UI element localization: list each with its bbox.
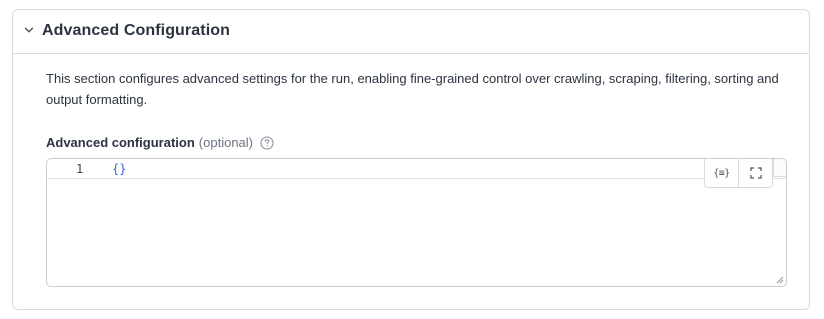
json-code-editor[interactable]: 1 {} {≡} — [46, 158, 787, 287]
field-optional-text: (optional) — [198, 135, 253, 150]
section-title: Advanced Configuration — [42, 22, 230, 39]
editor-toolbar: {≡} — [704, 159, 773, 188]
code-content[interactable]: {} — [112, 162, 126, 176]
advanced-configuration-section: Advanced Configuration This section conf… — [12, 9, 810, 310]
format-json-button[interactable]: {≡} — [705, 159, 738, 187]
fullscreen-button[interactable] — [738, 159, 772, 187]
section-description: This section configures advanced setting… — [46, 71, 779, 107]
format-json-icon: {≡} — [713, 167, 730, 179]
field-label: Advanced configuration (optional) — [46, 135, 274, 150]
chevron-down-icon — [24, 27, 34, 33]
resize-handle-icon[interactable] — [775, 275, 784, 284]
line-number: 1 — [76, 162, 84, 176]
question-circle-icon[interactable] — [260, 135, 274, 150]
fullscreen-icon — [749, 167, 762, 179]
field-label-text: Advanced configuration — [46, 135, 195, 150]
editor-line[interactable]: 1 {} — [47, 159, 786, 179]
section-header-toggle[interactable]: Advanced Configuration — [13, 10, 809, 54]
editor-scrollbar[interactable] — [773, 159, 786, 177]
